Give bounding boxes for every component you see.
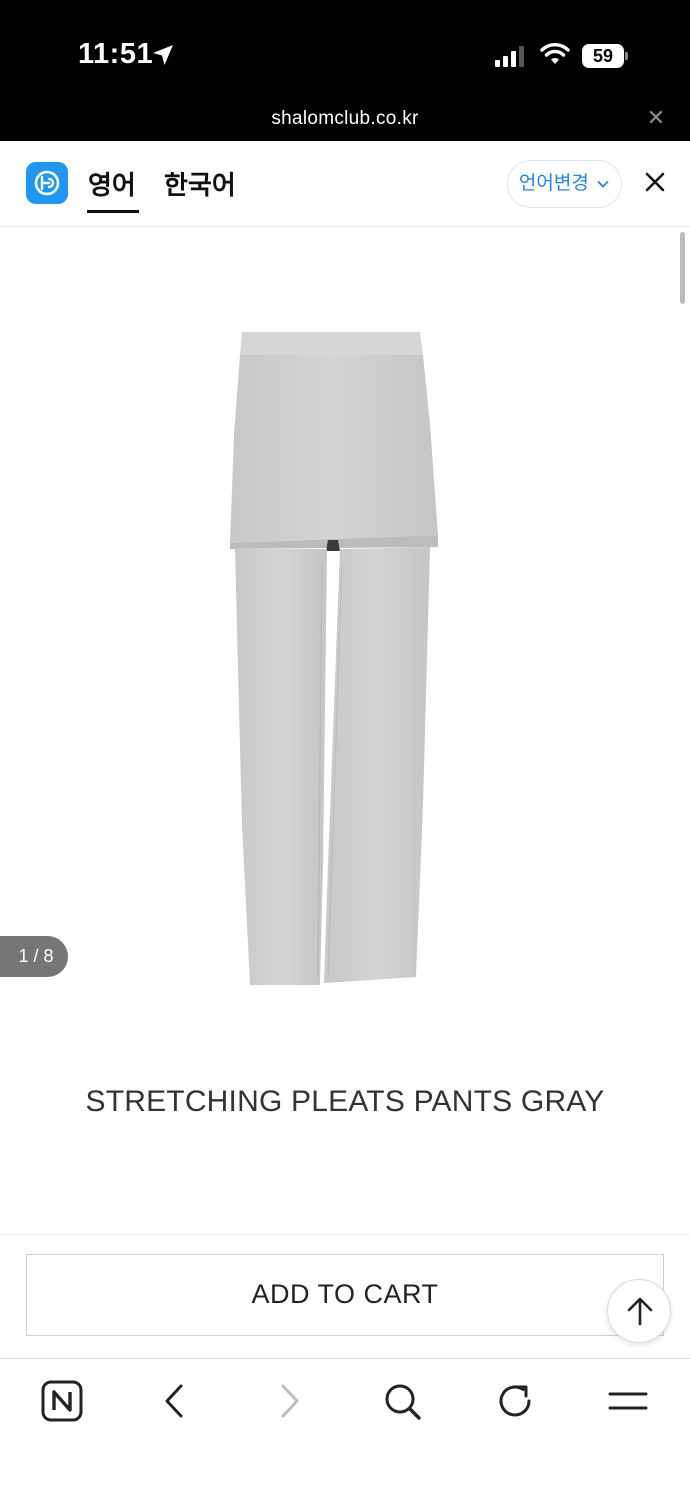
status-time: 11:51: [78, 38, 154, 70]
tab-english[interactable]: 영어: [88, 165, 136, 202]
scrollbar[interactable]: [680, 232, 685, 304]
battery-level: 59: [582, 44, 624, 68]
chevron-down-icon: [597, 180, 609, 188]
status-bar: 11:51 59: [0, 0, 690, 98]
scroll-to-top-button[interactable]: [607, 1279, 671, 1343]
image-counter-badge: 1 / 8: [0, 936, 68, 977]
change-language-label: 언어변경: [518, 173, 589, 194]
location-arrow-icon: [153, 45, 173, 65]
active-tab-indicator: [87, 210, 139, 213]
arrow-up-icon: [627, 1297, 653, 1326]
wifi-icon: [540, 43, 570, 64]
bottom-nav: [0, 1358, 690, 1500]
cellular-signal-icon: [495, 46, 524, 67]
back-icon[interactable]: [153, 1379, 197, 1423]
translate-logo-icon: [26, 162, 68, 204]
naver-home-icon[interactable]: [40, 1379, 84, 1423]
forward-icon[interactable]: [267, 1379, 311, 1423]
menu-icon[interactable]: [606, 1379, 650, 1423]
close-icon[interactable]: ✕: [646, 107, 666, 129]
url-text[interactable]: shalomclub.co.kr: [0, 108, 690, 130]
product-image[interactable]: [220, 325, 450, 993]
close-icon: [645, 172, 665, 192]
close-translate-button[interactable]: [640, 169, 670, 199]
tab-korean[interactable]: 한국어: [164, 165, 236, 202]
search-icon[interactable]: [380, 1379, 424, 1423]
reload-icon[interactable]: [493, 1379, 537, 1423]
battery-icon: 59: [582, 44, 628, 68]
change-language-button[interactable]: 언어변경: [507, 160, 622, 208]
cart-area: ADD TO CART: [0, 1234, 690, 1358]
add-to-cart-button[interactable]: ADD TO CART: [26, 1254, 664, 1336]
product-title: STRETCHING PLEATS PANTS GRAY: [85, 1085, 605, 1118]
url-bar: shalomclub.co.kr ✕: [0, 98, 690, 141]
battery-tip: [625, 52, 628, 60]
translate-bar: 영어 한국어 언어변경: [0, 141, 690, 227]
